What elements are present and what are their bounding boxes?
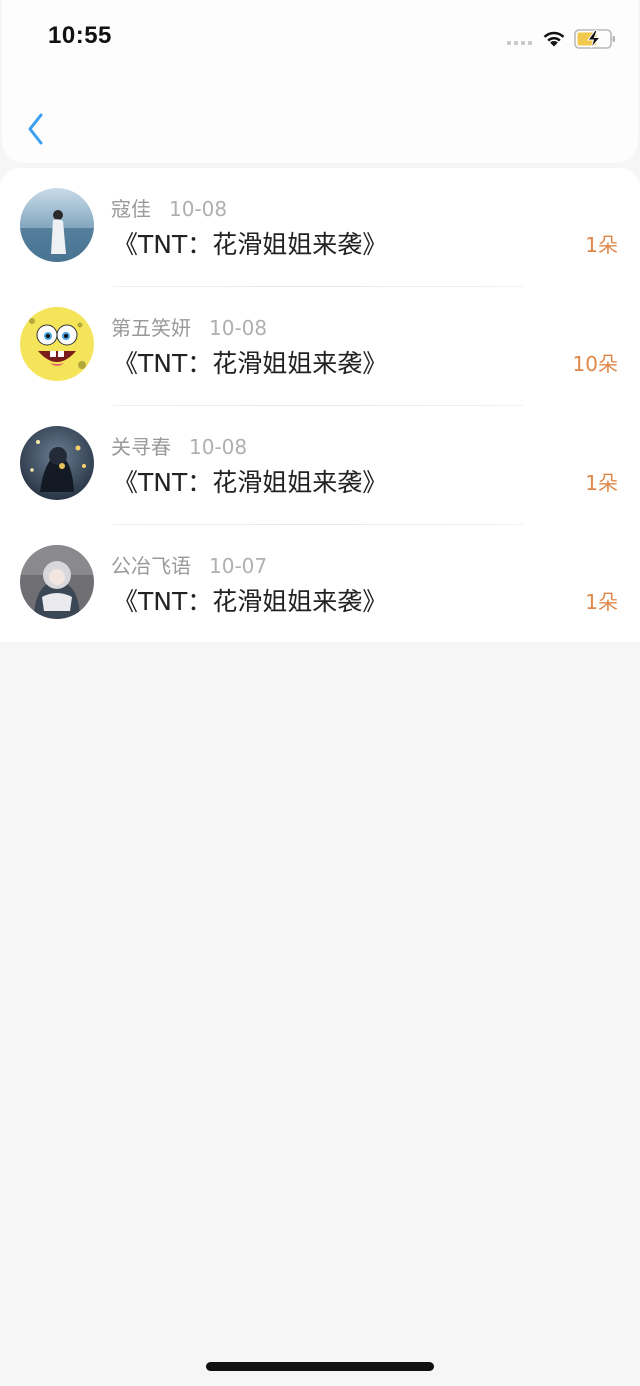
- date: 10-08: [209, 316, 268, 340]
- avatar[interactable]: [20, 426, 94, 500]
- date: 10-08: [169, 197, 228, 221]
- battery-charging-icon: [574, 29, 615, 49]
- status-time: 10:55: [48, 22, 112, 49]
- flower-count: 1朵: [585, 233, 618, 257]
- home-indicator: [206, 1362, 434, 1371]
- wifi-icon: [543, 31, 565, 47]
- list-item[interactable]: 关寻春 10-08 《TNT：花滑姐姐来袭》 1朵: [0, 406, 640, 525]
- avatar[interactable]: [20, 545, 94, 619]
- avatar-image-dark-night: [20, 426, 94, 500]
- date: 10-08: [189, 435, 248, 459]
- avatar[interactable]: [20, 188, 94, 262]
- flower-gift-list: 寇佳 10-08 《TNT：花滑姐姐来袭》 1朵 第五笑妍 10-08 《TNT…: [0, 168, 640, 642]
- user-name: 关寻春: [111, 435, 171, 459]
- header-bar: 10:55: [2, 0, 638, 163]
- work-title[interactable]: 《TNT：花滑姐姐来袭》: [113, 463, 387, 499]
- user-name: 寇佳: [111, 197, 151, 221]
- chevron-left-icon: [28, 113, 43, 145]
- flower-count: 10朵: [572, 352, 618, 376]
- flower-count: 1朵: [585, 590, 618, 614]
- work-title[interactable]: 《TNT：花滑姐姐来袭》: [113, 344, 387, 380]
- list-item[interactable]: 寇佳 10-08 《TNT：花滑姐姐来袭》 1朵: [0, 168, 640, 287]
- avatar[interactable]: [20, 307, 94, 381]
- date: 10-07: [209, 554, 268, 578]
- work-title[interactable]: 《TNT：花滑姐姐来袭》: [113, 582, 387, 618]
- avatar-image-person-in-hood: [20, 545, 94, 619]
- avatar-image-sponge-cartoon: [20, 307, 94, 381]
- flower-count: 1朵: [585, 471, 618, 495]
- user-name: 第五笑妍: [111, 316, 191, 340]
- avatar-image-girl-by-sea: [20, 188, 94, 262]
- list-item[interactable]: 第五笑妍 10-08 《TNT：花滑姐姐来袭》 10朵: [0, 287, 640, 406]
- work-title[interactable]: 《TNT：花滑姐姐来袭》: [113, 225, 387, 261]
- back-button[interactable]: [22, 110, 52, 150]
- user-name: 公冶飞语: [111, 554, 191, 578]
- cellular-signal-icon: [507, 41, 532, 45]
- list-item[interactable]: 公冶飞语 10-07 《TNT：花滑姐姐来袭》 1朵: [0, 525, 640, 644]
